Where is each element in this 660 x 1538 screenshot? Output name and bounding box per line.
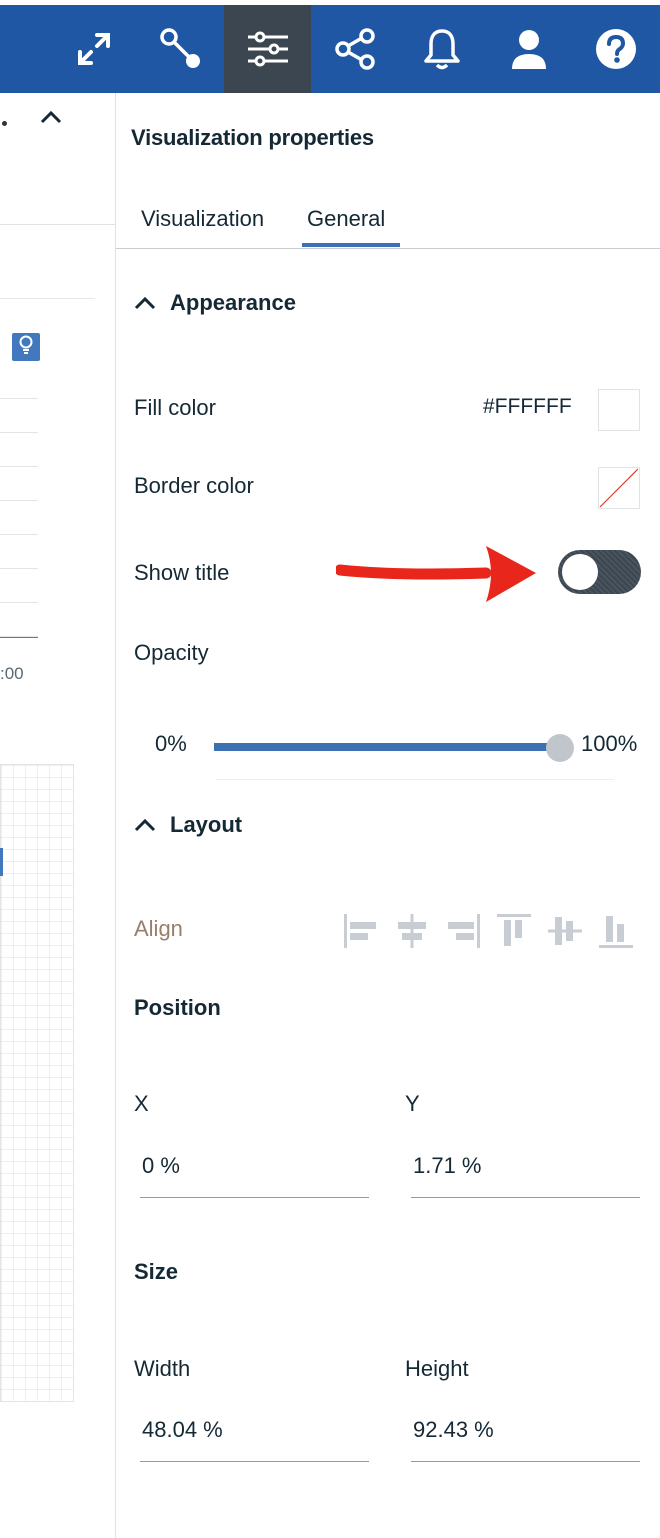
toggle-knob xyxy=(562,554,598,590)
lightbulb-icon xyxy=(18,335,34,360)
help-button[interactable] xyxy=(572,5,659,93)
x-label: X xyxy=(134,1091,149,1116)
opacity-label: Opacity xyxy=(134,640,209,665)
bell-icon xyxy=(422,27,462,71)
chart-axis xyxy=(0,637,38,638)
collapse-chevron-up-icon[interactable] xyxy=(40,110,62,129)
appearance-heading: Appearance xyxy=(170,290,296,315)
y-input-underline xyxy=(411,1197,640,1198)
help-icon xyxy=(595,28,637,70)
layout-section-toggle[interactable]: Layout xyxy=(134,812,242,838)
align-top-icon[interactable] xyxy=(495,912,533,950)
section-separator xyxy=(216,779,614,780)
height-input[interactable]: 92.43 % xyxy=(413,1417,494,1443)
chart-gridlines xyxy=(0,398,38,638)
appearance-section-toggle[interactable]: Appearance xyxy=(134,290,296,316)
axis-time-label: :00 xyxy=(0,664,24,683)
share-button[interactable] xyxy=(311,5,398,93)
opacity-slider-thumb[interactable] xyxy=(546,734,574,762)
x-input[interactable]: 0 % xyxy=(142,1153,180,1179)
y-input[interactable]: 1.71 % xyxy=(413,1153,482,1179)
connection-button[interactable] xyxy=(137,5,224,93)
canvas-divider-2 xyxy=(0,298,95,299)
expand-button[interactable] xyxy=(50,5,137,93)
x-input-underline xyxy=(140,1197,369,1198)
tab-selected-indicator xyxy=(302,243,400,247)
chevron-up-icon xyxy=(134,296,156,310)
layout-heading: Layout xyxy=(170,812,243,837)
properties-button[interactable] xyxy=(224,5,311,93)
align-label: Align xyxy=(134,916,183,941)
no-color-icon xyxy=(599,468,639,508)
tab-general[interactable]: General xyxy=(307,206,385,232)
canvas-grid xyxy=(0,764,74,1402)
fill-color-label: Fill color xyxy=(134,395,216,420)
tab-visualization[interactable]: Visualization xyxy=(141,206,264,232)
width-label: Width xyxy=(134,1356,191,1381)
selection-handle[interactable] xyxy=(0,848,3,876)
tabs-border xyxy=(116,248,660,249)
expand-icon xyxy=(74,29,114,69)
panel-title: Visualization properties xyxy=(131,125,374,150)
opacity-min-label: 0% xyxy=(155,731,187,756)
user-button[interactable] xyxy=(485,5,572,93)
notifications-button[interactable] xyxy=(398,5,485,93)
properties-sliders-icon xyxy=(246,29,290,69)
fill-color-swatch[interactable] xyxy=(598,389,640,431)
show-title-toggle[interactable] xyxy=(558,550,641,594)
canvas-divider xyxy=(0,224,115,225)
size-heading: Size xyxy=(134,1259,179,1284)
opacity-max-label: 100% xyxy=(581,731,638,756)
user-icon xyxy=(509,27,549,71)
show-title-label: Show title xyxy=(134,560,230,585)
height-label: Height xyxy=(405,1356,469,1381)
more-dot xyxy=(2,121,7,126)
width-input[interactable]: 48.04 % xyxy=(142,1417,223,1443)
lightbulb-button[interactable] xyxy=(12,333,40,361)
align-toolbar xyxy=(342,912,635,950)
border-color-swatch[interactable] xyxy=(598,467,640,509)
chevron-up-icon xyxy=(134,818,156,832)
red-arrow-annotation xyxy=(334,540,540,613)
align-middle-vertical-icon[interactable] xyxy=(546,912,584,950)
align-left-icon[interactable] xyxy=(342,912,380,950)
border-color-label: Border color xyxy=(134,473,254,498)
top-toolbar xyxy=(0,0,660,93)
position-heading: Position xyxy=(134,995,221,1020)
width-input-underline xyxy=(140,1461,369,1462)
share-icon xyxy=(333,27,377,71)
panel-divider xyxy=(115,93,116,1538)
connection-icon xyxy=(159,27,203,71)
y-label: Y xyxy=(405,1091,420,1116)
align-center-horizontal-icon[interactable] xyxy=(393,912,431,950)
fill-color-value: #FFFFFF xyxy=(483,395,572,418)
align-right-icon[interactable] xyxy=(444,912,482,950)
opacity-slider-track[interactable] xyxy=(214,743,560,751)
height-input-underline xyxy=(411,1461,640,1462)
align-bottom-icon[interactable] xyxy=(597,912,635,950)
